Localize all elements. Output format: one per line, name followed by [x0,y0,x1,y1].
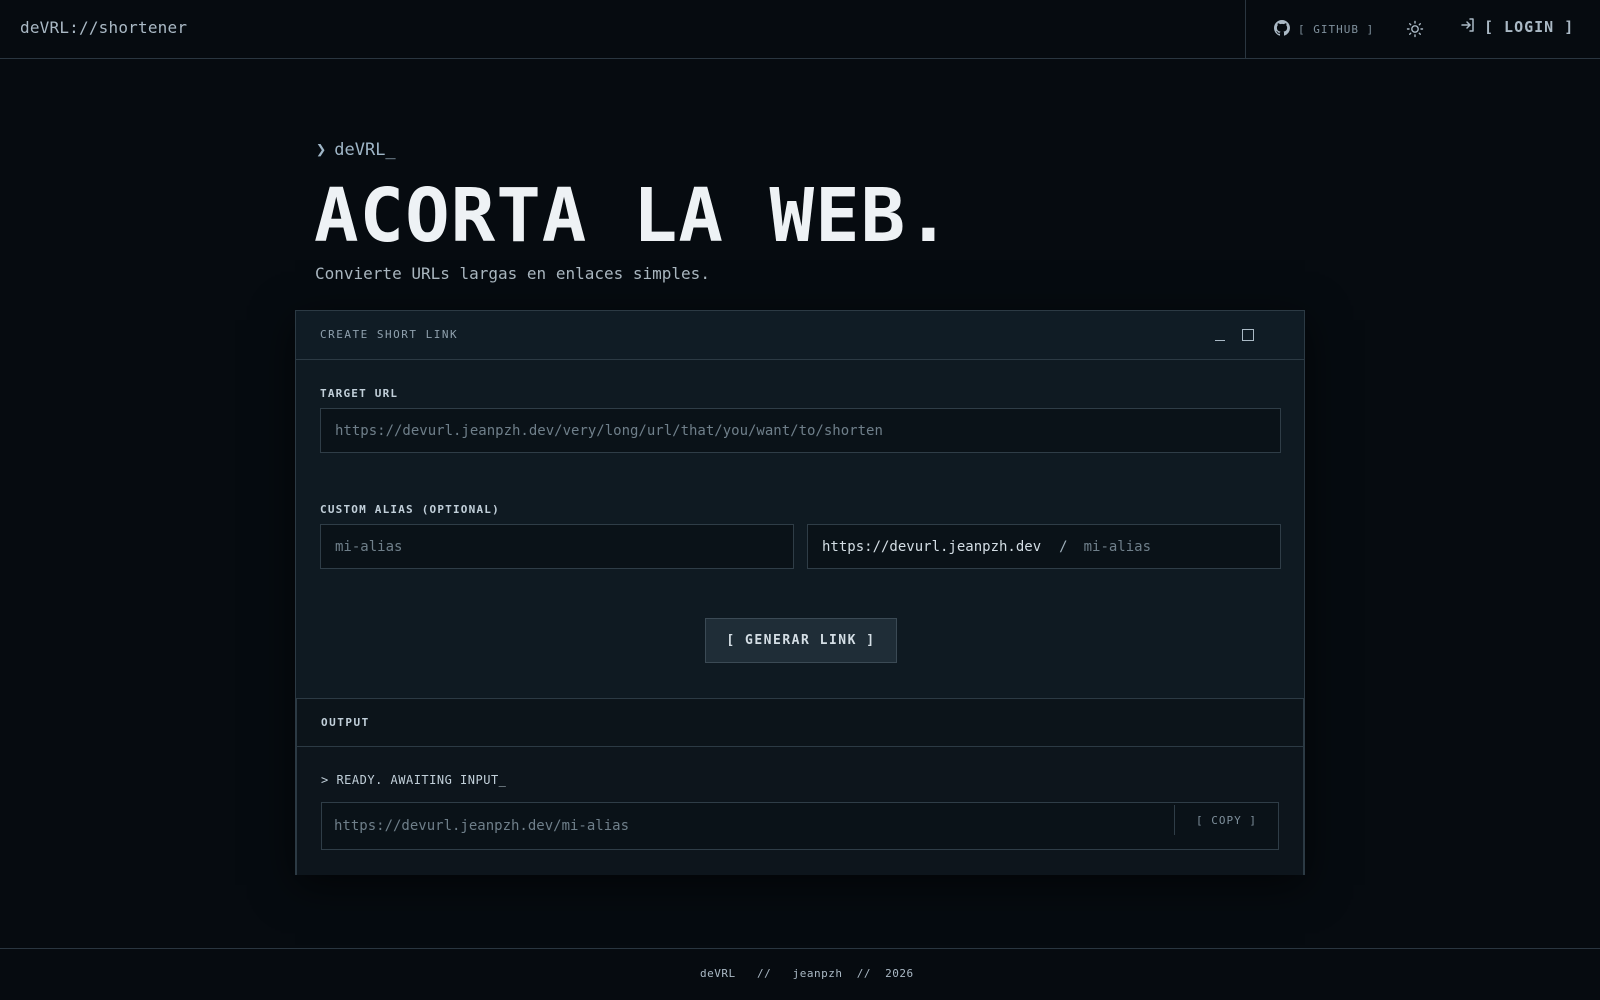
hero-prompt: ❯ deVRL_ [316,140,396,160]
card-header: CREATE SHORT LINK [296,311,1304,360]
output-title: OUTPUT [321,716,370,729]
footer-text: deVRL // jeanpzh // 2026 [700,967,914,980]
generate-link-button[interactable]: [ GENERAR LINK ] [705,618,897,663]
copy-button[interactable]: [ COPY ] [1174,805,1278,835]
sign-in-icon [1460,17,1476,37]
chevron-right-icon: ❯ [316,140,327,160]
output-header: OUTPUT [297,699,1303,747]
prompt-text: deVRL_ [334,140,396,160]
github-icon [1274,20,1290,39]
output-url-field: https://devurl.jeanpzh.dev/mi-alias [ CO… [321,802,1279,850]
footer: deVRL // jeanpzh // 2026 [0,948,1600,1000]
header-actions: [ GITHUB ] [LOGIN] [1245,0,1600,58]
page-subtitle: Convierte URLs largas en enlaces simples… [315,264,710,283]
login-button[interactable]: [ LOGIN ] [1460,17,1574,37]
page-title: ACORTA LA WEB. [314,173,952,259]
custom-alias-label: CUSTOM ALIAS (OPTIONAL) [320,503,500,516]
github-label: [ GITHUB ] [1298,23,1375,36]
brand-logo[interactable]: deVRL://shortener [20,18,187,37]
output-status: > READY. AWAITING INPUT_ [321,773,507,787]
preview-separator: / [1059,538,1068,555]
preview-alias: mi-alias [1083,538,1152,555]
theme-toggle-button[interactable] [1406,20,1424,38]
top-bar: deVRL://shortener [ GITHUB ] [LOGIN] [0,0,1600,59]
preview-host: https://devurl.jeanpzh.dev [822,538,1042,555]
output-panel: OUTPUT > READY. AWAITING INPUT_ https://… [296,698,1304,875]
target-url-label: TARGET URL [320,387,399,400]
card-title: CREATE SHORT LINK [320,328,459,341]
maximize-icon[interactable] [1242,329,1254,341]
target-url-input[interactable] [320,408,1281,453]
sun-icon [1406,20,1424,38]
login-label: [ LOGIN ] [1484,18,1575,36]
custom-alias-input[interactable] [320,524,794,569]
minimize-icon[interactable] [1214,327,1226,343]
github-link[interactable]: [ GITHUB ] [1274,20,1374,39]
output-url[interactable]: https://devurl.jeanpzh.dev/mi-alias [334,818,629,834]
create-link-card: CREATE SHORT LINK TARGET URL CUSTOM ALIA… [295,310,1305,875]
short-url-preview: https://devurl.jeanpzh.dev / mi-alias [807,524,1281,569]
